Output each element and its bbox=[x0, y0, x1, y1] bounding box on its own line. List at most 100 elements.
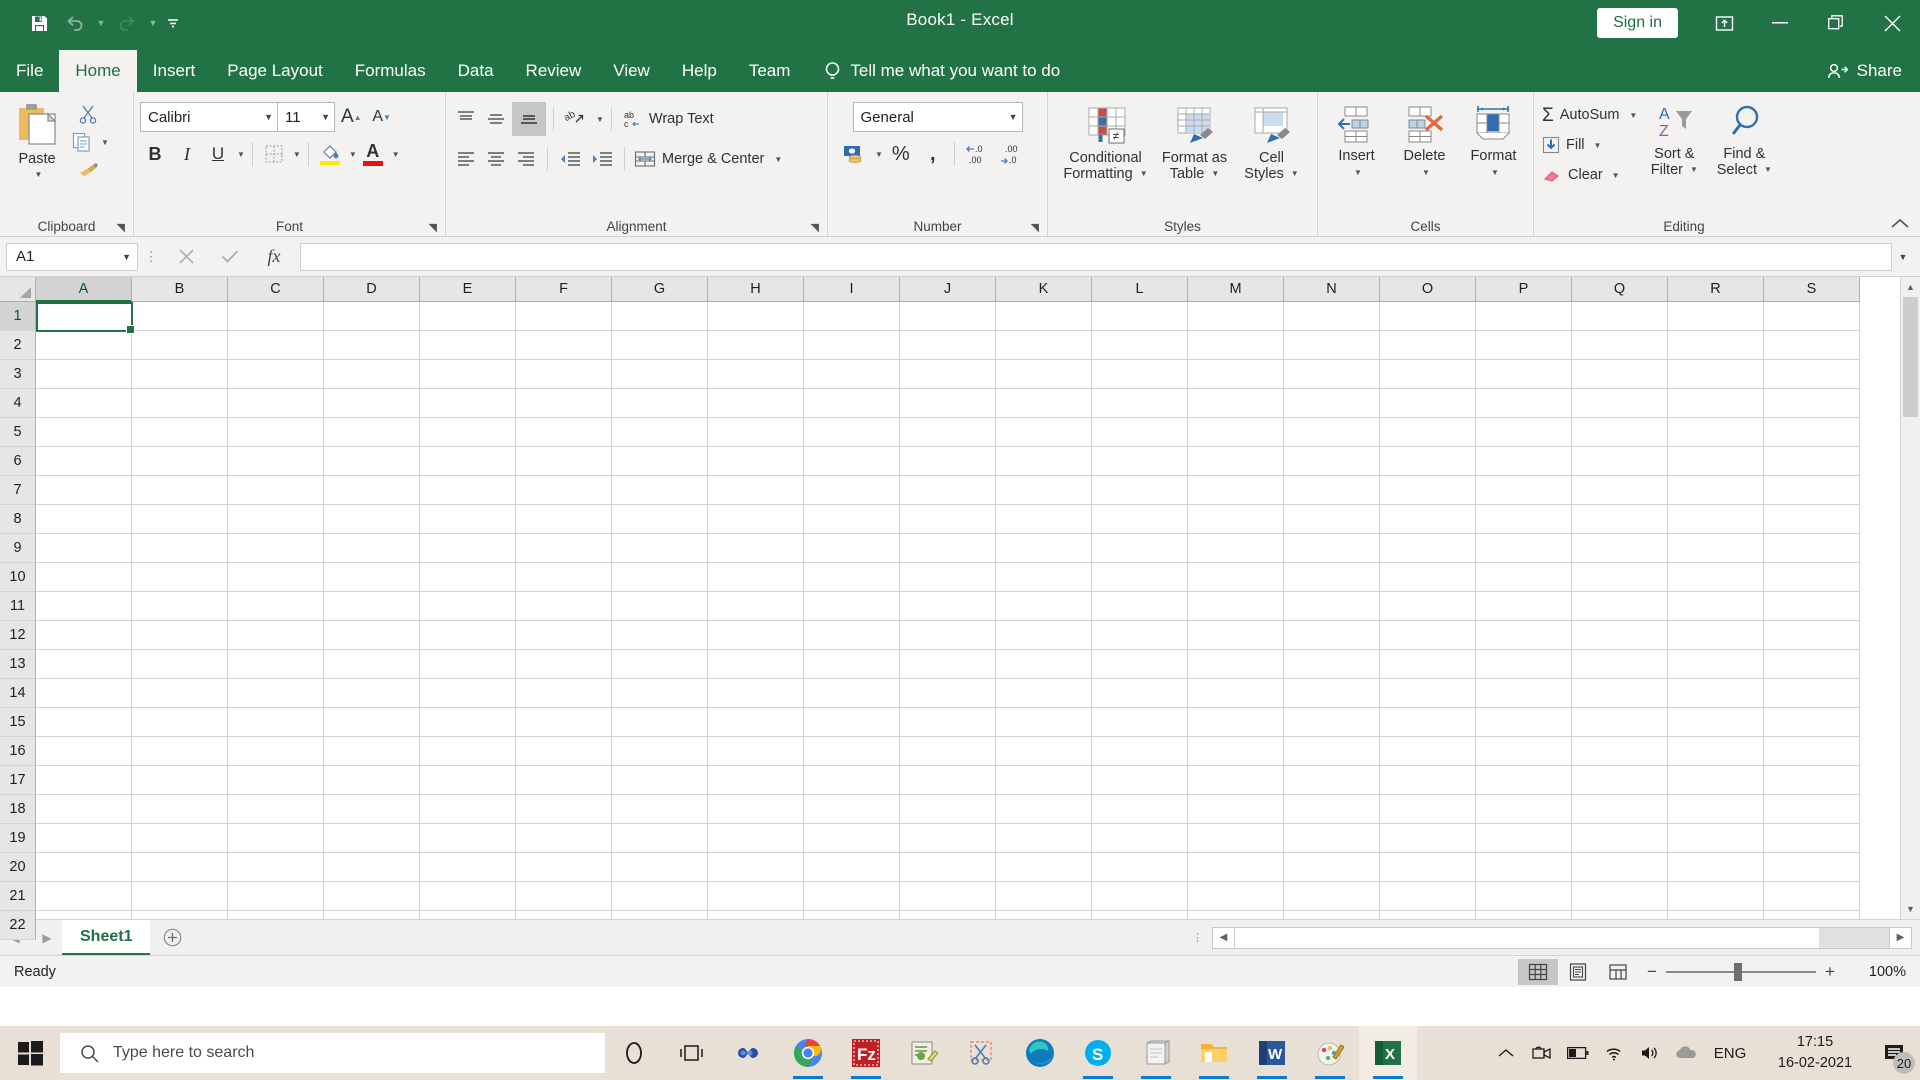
cell-B18[interactable] bbox=[132, 795, 228, 824]
cell-G6[interactable] bbox=[612, 447, 708, 476]
onedrive-icon[interactable] bbox=[1668, 1026, 1704, 1080]
accounting-format-dropdown-icon[interactable]: ▼ bbox=[875, 150, 883, 159]
cell-B2[interactable] bbox=[132, 331, 228, 360]
camera-icon[interactable] bbox=[1524, 1026, 1560, 1080]
cell-B15[interactable] bbox=[132, 708, 228, 737]
cell-K19[interactable] bbox=[996, 824, 1092, 853]
cell-O20[interactable] bbox=[1380, 853, 1476, 882]
cell-C22[interactable] bbox=[228, 911, 324, 919]
cell-P9[interactable] bbox=[1476, 534, 1572, 563]
cell-C1[interactable] bbox=[228, 302, 324, 331]
tab-insert[interactable]: Insert bbox=[137, 50, 212, 92]
cell-J10[interactable] bbox=[900, 563, 996, 592]
cell-M18[interactable] bbox=[1188, 795, 1284, 824]
cell-H13[interactable] bbox=[708, 650, 804, 679]
cell-B1[interactable] bbox=[132, 302, 228, 331]
task-view-icon[interactable] bbox=[663, 1026, 721, 1080]
cell-G8[interactable] bbox=[612, 505, 708, 534]
cell-O13[interactable] bbox=[1380, 650, 1476, 679]
cell-E7[interactable] bbox=[420, 476, 516, 505]
cell-F9[interactable] bbox=[516, 534, 612, 563]
volume-icon[interactable] bbox=[1632, 1026, 1668, 1080]
cell-R10[interactable] bbox=[1668, 563, 1764, 592]
cell-D15[interactable] bbox=[324, 708, 420, 737]
cell-C11[interactable] bbox=[228, 592, 324, 621]
formula-input[interactable] bbox=[300, 242, 1892, 271]
cell-E1[interactable] bbox=[420, 302, 516, 331]
cell-N16[interactable] bbox=[1284, 737, 1380, 766]
cell-D10[interactable] bbox=[324, 563, 420, 592]
row-header-11[interactable]: 11 bbox=[0, 592, 36, 621]
borders-button[interactable] bbox=[260, 140, 288, 168]
cell-J20[interactable] bbox=[900, 853, 996, 882]
column-header-M[interactable]: M bbox=[1188, 277, 1284, 302]
column-header-H[interactable]: H bbox=[708, 277, 804, 302]
cell-P22[interactable] bbox=[1476, 911, 1572, 919]
cell-N19[interactable] bbox=[1284, 824, 1380, 853]
cell-J17[interactable] bbox=[900, 766, 996, 795]
cell-J5[interactable] bbox=[900, 418, 996, 447]
cell-I22[interactable] bbox=[804, 911, 900, 919]
cell-styles-button[interactable]: Cell Styles ▼ bbox=[1237, 102, 1307, 185]
cell-R4[interactable] bbox=[1668, 389, 1764, 418]
cell-E18[interactable] bbox=[420, 795, 516, 824]
cell-C15[interactable] bbox=[228, 708, 324, 737]
cell-P14[interactable] bbox=[1476, 679, 1572, 708]
row-header-9[interactable]: 9 bbox=[0, 534, 36, 563]
cell-L9[interactable] bbox=[1092, 534, 1188, 563]
paste-dropdown-icon[interactable]: ▼ bbox=[35, 170, 43, 180]
cell-M21[interactable] bbox=[1188, 882, 1284, 911]
column-header-K[interactable]: K bbox=[996, 277, 1092, 302]
cell-A19[interactable] bbox=[36, 824, 132, 853]
column-header-J[interactable]: J bbox=[900, 277, 996, 302]
tab-review[interactable]: Review bbox=[510, 50, 598, 92]
cell-E4[interactable] bbox=[420, 389, 516, 418]
cell-M9[interactable] bbox=[1188, 534, 1284, 563]
cell-G16[interactable] bbox=[612, 737, 708, 766]
cell-L6[interactable] bbox=[1092, 447, 1188, 476]
cell-M6[interactable] bbox=[1188, 447, 1284, 476]
cell-P2[interactable] bbox=[1476, 331, 1572, 360]
cell-A21[interactable] bbox=[36, 882, 132, 911]
cell-B12[interactable] bbox=[132, 621, 228, 650]
cell-H3[interactable] bbox=[708, 360, 804, 389]
cell-N15[interactable] bbox=[1284, 708, 1380, 737]
cell-D4[interactable] bbox=[324, 389, 420, 418]
redo-dropdown-icon[interactable]: ▼ bbox=[146, 7, 160, 39]
skype-icon[interactable]: S bbox=[1069, 1026, 1127, 1080]
cell-G13[interactable] bbox=[612, 650, 708, 679]
cell-F21[interactable] bbox=[516, 882, 612, 911]
cell-I10[interactable] bbox=[804, 563, 900, 592]
cell-L20[interactable] bbox=[1092, 853, 1188, 882]
cell-O2[interactable] bbox=[1380, 331, 1476, 360]
cell-O9[interactable] bbox=[1380, 534, 1476, 563]
cell-L12[interactable] bbox=[1092, 621, 1188, 650]
restore-icon[interactable] bbox=[1808, 0, 1864, 46]
cell-S12[interactable] bbox=[1764, 621, 1860, 650]
cell-F3[interactable] bbox=[516, 360, 612, 389]
cell-R16[interactable] bbox=[1668, 737, 1764, 766]
cell-Q8[interactable] bbox=[1572, 505, 1668, 534]
cell-L18[interactable] bbox=[1092, 795, 1188, 824]
notepad-icon[interactable] bbox=[1127, 1026, 1185, 1080]
cell-Q10[interactable] bbox=[1572, 563, 1668, 592]
cell-H6[interactable] bbox=[708, 447, 804, 476]
notepadpp-icon[interactable] bbox=[895, 1026, 953, 1080]
cell-K17[interactable] bbox=[996, 766, 1092, 795]
cell-E12[interactable] bbox=[420, 621, 516, 650]
cell-N12[interactable] bbox=[1284, 621, 1380, 650]
cell-H14[interactable] bbox=[708, 679, 804, 708]
cell-K20[interactable] bbox=[996, 853, 1092, 882]
infinity-app-icon[interactable] bbox=[721, 1026, 779, 1080]
cell-L19[interactable] bbox=[1092, 824, 1188, 853]
font-family-combo[interactable]: Calibri ▼ bbox=[140, 102, 278, 132]
cell-R13[interactable] bbox=[1668, 650, 1764, 679]
autosum-button[interactable]: Σ AutoSum bbox=[1540, 101, 1624, 129]
bold-button[interactable]: B bbox=[140, 140, 170, 168]
find-select-dropdown-icon[interactable]: ▼ bbox=[1764, 166, 1772, 175]
cell-H9[interactable] bbox=[708, 534, 804, 563]
cell-O7[interactable] bbox=[1380, 476, 1476, 505]
cell-C7[interactable] bbox=[228, 476, 324, 505]
cell-N1[interactable] bbox=[1284, 302, 1380, 331]
cell-I4[interactable] bbox=[804, 389, 900, 418]
